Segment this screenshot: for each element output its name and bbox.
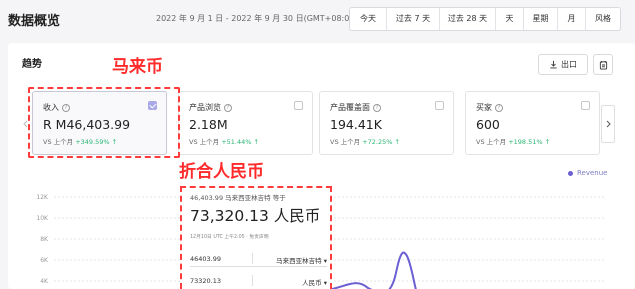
- metric-value: 2.18M: [189, 117, 228, 132]
- metric-value: 194.41K: [330, 117, 382, 132]
- range-tabs: 今天 过去 7 天 过去 28 天 天 星期 月 风格: [349, 7, 621, 31]
- currency-select[interactable]: 人民币 ▾: [302, 277, 327, 287]
- metric-compare-label: VS 上个月: [189, 138, 220, 146]
- metric-label: 买家: [476, 103, 492, 112]
- export-button[interactable]: 出口: [538, 54, 588, 75]
- highlight-box-revenue: [28, 87, 180, 158]
- metric-checkbox[interactable]: [294, 101, 303, 110]
- metric-value: 600: [476, 117, 500, 132]
- tab-style[interactable]: 风格: [586, 8, 620, 30]
- tab-today[interactable]: 今天: [350, 8, 387, 30]
- metric-checkbox[interactable]: [435, 101, 444, 110]
- calendar-icon: [599, 60, 607, 69]
- tooltip-note: 12月10日 UTC 上午2:05 · 免责声明: [190, 235, 269, 240]
- legend-label: Revenue: [577, 169, 608, 177]
- y-tick-label: 12K: [36, 194, 49, 201]
- y-tick-label: 4K: [40, 278, 49, 285]
- series-line-revenue: [327, 251, 417, 289]
- amount-input[interactable]: 73320.13: [190, 277, 221, 285]
- trend-panel: 趋势 马来币 出口 收入? R M46,403.99 VS 上个月 +349.5…: [8, 43, 635, 289]
- page-title: 数据概览: [8, 14, 61, 29]
- tab-week[interactable]: 星期: [524, 8, 558, 30]
- converter-row-source[interactable]: 46403.99 马来西亚林吉特 ▾: [190, 250, 327, 267]
- metric-checkbox[interactable]: [581, 101, 590, 110]
- metric-card-product-reach[interactable]: 产品覆盖面? 194.41K VS 上个月 +72.25% ↑: [319, 91, 454, 155]
- arrow-up-icon: ↑: [392, 138, 400, 146]
- calendar-button[interactable]: [593, 54, 613, 75]
- info-icon[interactable]: ?: [224, 103, 232, 112]
- top-bar: 数据概览 2022 年 9 月 1 日 - 2022 年 9 月 30 日(GM…: [0, 0, 635, 38]
- metric-card-buyers[interactable]: 买家? 600 VS 上个月 +198.51% ↑: [465, 91, 600, 155]
- annotation-currency: 马来币: [112, 57, 163, 77]
- metric-label: 产品覆盖面: [330, 103, 370, 112]
- info-icon[interactable]: ?: [373, 103, 381, 112]
- tab-day[interactable]: 天: [496, 8, 524, 30]
- currency-select[interactable]: 马来西亚林吉特 ▾: [276, 255, 327, 265]
- section-title: 趋势: [22, 59, 42, 70]
- y-tick-label: 8K: [40, 236, 49, 243]
- y-tick-label: 10K: [36, 215, 49, 222]
- amount-input[interactable]: 46403.99: [190, 255, 221, 263]
- scroll-right-icon[interactable]: [601, 105, 615, 143]
- tooltip-header: 46,403.99 马来西亚林吉特 等于: [190, 194, 286, 202]
- metric-change: +51.44%: [221, 138, 252, 146]
- tab-last-7-days[interactable]: 过去 7 天: [387, 8, 440, 30]
- y-tick-label: 6K: [40, 257, 49, 264]
- download-icon: [550, 60, 557, 69]
- metric-compare-label: VS 上个月: [330, 138, 361, 146]
- date-range[interactable]: 2022 年 9 月 1 日 - 2022 年 9 月 30 日(GMT+08:…: [156, 13, 358, 24]
- metric-compare-label: VS 上个月: [476, 138, 507, 146]
- metric-label: 产品浏览: [189, 103, 221, 112]
- legend-dot: [568, 170, 573, 176]
- metric-change: +72.25%: [362, 138, 393, 146]
- metric-change: +198.51%: [508, 138, 543, 146]
- converter-row-target[interactable]: 73320.13 人民币 ▾: [190, 272, 327, 289]
- tab-month[interactable]: 月: [558, 8, 586, 30]
- arrow-up-icon: ↑: [542, 138, 551, 146]
- export-button-label: 出口: [561, 60, 577, 69]
- arrow-up-icon: ↑: [251, 138, 259, 146]
- tab-last-28-days[interactable]: 过去 28 天: [440, 8, 496, 30]
- currency-tooltip: 46,403.99 马来西亚林吉特 等于 73,320.13 人民币 12月10…: [180, 186, 332, 289]
- metric-card-product-views[interactable]: 产品浏览? 2.18M VS 上个月 +51.44% ↑: [178, 91, 313, 155]
- tooltip-converted-value: 73,320.13 人民币: [190, 207, 321, 225]
- chart-legend[interactable]: Revenue: [568, 169, 608, 177]
- info-icon[interactable]: ?: [495, 103, 503, 112]
